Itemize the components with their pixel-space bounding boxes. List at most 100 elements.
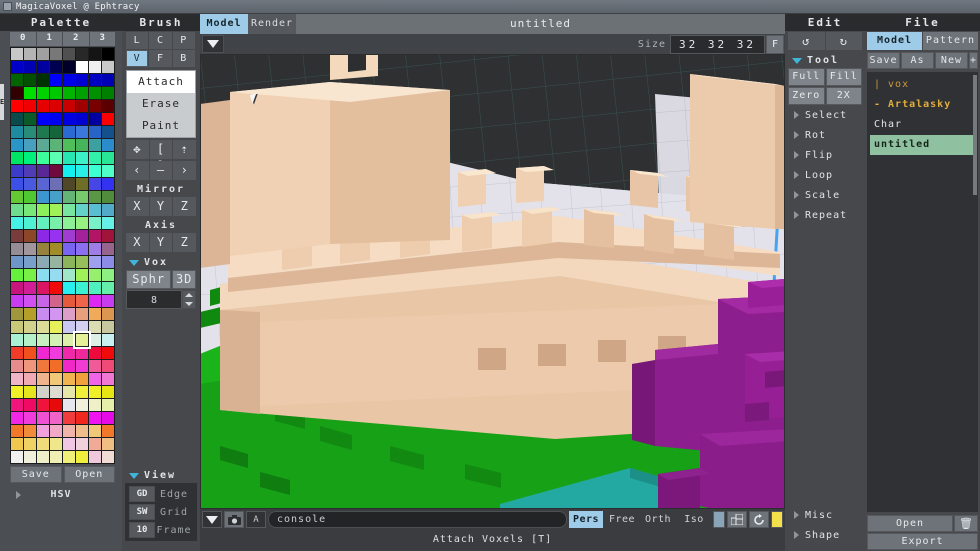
palette-swatch[interactable]: [63, 243, 75, 255]
palette-swatch[interactable]: [76, 256, 88, 268]
edit-section-rot[interactable]: Rot: [785, 125, 865, 145]
edit-section-flip[interactable]: Flip: [785, 145, 865, 165]
palette-swatch[interactable]: [102, 321, 114, 333]
palette-swatch[interactable]: [24, 139, 36, 151]
palette-swatch[interactable]: [50, 256, 62, 268]
palette-swatch[interactable]: [24, 321, 36, 333]
palette-swatch[interactable]: [24, 295, 36, 307]
file-tab-pattern[interactable]: Pattern: [923, 32, 978, 50]
edit-section-repeat[interactable]: Repeat: [785, 205, 865, 225]
palette-swatch[interactable]: [37, 321, 49, 333]
palette-swatch[interactable]: [63, 386, 75, 398]
console-input[interactable]: console: [268, 511, 567, 528]
palette-swatch[interactable]: [37, 412, 49, 424]
palette-swatch[interactable]: [11, 178, 23, 190]
brush-mode-box[interactable]: B: [172, 50, 195, 67]
chevron-right-icon[interactable]: ›: [173, 161, 197, 180]
menu-item-attach[interactable]: Attach: [127, 71, 195, 93]
palette-swatch[interactable]: [89, 282, 101, 294]
palette-swatch[interactable]: [89, 217, 101, 229]
palette-swatch[interactable]: [63, 360, 75, 372]
frame-button[interactable]: F: [766, 34, 784, 54]
tool-section-header[interactable]: Tool: [792, 55, 865, 66]
tool-full-button[interactable]: Full: [788, 68, 825, 86]
palette-swatch[interactable]: [24, 217, 36, 229]
hsv-section[interactable]: HSV: [0, 486, 122, 502]
palette-swatch[interactable]: [50, 334, 62, 346]
file-saveas-button[interactable]: As: [900, 52, 934, 69]
file-tree-item-vox[interactable]: | vox: [867, 75, 978, 95]
palette-swatch[interactable]: [76, 360, 88, 372]
palette-swatch[interactable]: [76, 87, 88, 99]
palette-swatch[interactable]: [63, 178, 75, 190]
palette-swatch[interactable]: [11, 295, 23, 307]
brush-mode-pattern[interactable]: P: [172, 32, 195, 49]
palette-swatch[interactable]: [50, 347, 62, 359]
palette-swatch[interactable]: [89, 191, 101, 203]
file-tree-scrollbar[interactable]: [973, 75, 977, 195]
palette-swatch[interactable]: [50, 386, 62, 398]
brush-mode-center[interactable]: C: [149, 32, 172, 49]
palette-swatch[interactable]: [24, 230, 36, 242]
palette-swatch[interactable]: [102, 295, 114, 307]
palette-swatch[interactable]: [102, 399, 114, 411]
palette-swatch[interactable]: [89, 165, 101, 177]
palette-swatch[interactable]: [63, 321, 75, 333]
brush-action-menu[interactable]: Attach Erase Paint: [126, 70, 196, 138]
viewport-menu-button[interactable]: [202, 35, 224, 53]
palette-swatch[interactable]: [63, 113, 75, 125]
palette-swatch[interactable]: [24, 100, 36, 112]
brush-mode-voxel[interactable]: V: [126, 50, 149, 67]
palette-swatch[interactable]: [63, 74, 75, 86]
palette-swatch[interactable]: [37, 373, 49, 385]
palette-swatch[interactable]: [63, 425, 75, 437]
menu-item-paint[interactable]: Paint: [127, 115, 195, 137]
palette-swatch[interactable]: [89, 152, 101, 164]
palette-swatch[interactable]: [50, 48, 62, 60]
palette-swatch[interactable]: [11, 334, 23, 346]
palette-swatch[interactable]: [24, 360, 36, 372]
palette-swatch[interactable]: [63, 334, 75, 346]
palette-swatch[interactable]: [24, 438, 36, 450]
trash-icon[interactable]: 🗑: [954, 515, 978, 532]
palette-swatch[interactable]: [37, 269, 49, 281]
palette-swatch[interactable]: [102, 282, 114, 294]
palette-swatch[interactable]: [102, 191, 114, 203]
edit-section-select[interactable]: Select: [785, 105, 865, 125]
file-tree-item-char[interactable]: Char: [867, 115, 978, 135]
palette-swatch[interactable]: [63, 191, 75, 203]
palette-swatch[interactable]: [76, 139, 88, 151]
vox-size-value[interactable]: 8: [126, 290, 182, 309]
palette-swatch[interactable]: [102, 230, 114, 242]
palette-swatch[interactable]: [102, 139, 114, 151]
palette-swatch[interactable]: [89, 178, 101, 190]
palette-swatch[interactable]: [102, 100, 114, 112]
palette-swatch[interactable]: [102, 61, 114, 73]
palette-swatch[interactable]: [89, 399, 101, 411]
palette-swatch[interactable]: [24, 178, 36, 190]
bg-swatch-icon[interactable]: [713, 511, 725, 528]
palette-swatch[interactable]: [50, 126, 62, 138]
file-export-button[interactable]: Export: [867, 533, 978, 550]
palette-swatch[interactable]: [76, 191, 88, 203]
palette-swatch[interactable]: [63, 282, 75, 294]
palette-swatch[interactable]: [11, 256, 23, 268]
palette-swatch[interactable]: [63, 295, 75, 307]
palette-swatch[interactable]: [50, 451, 62, 463]
palette-swatch[interactable]: [89, 243, 101, 255]
palette-swatch[interactable]: [11, 191, 23, 203]
palette-swatch[interactable]: [50, 139, 62, 151]
color-swatch-icon[interactable]: [771, 511, 783, 528]
palette-swatch[interactable]: [50, 152, 62, 164]
palette-swatch[interactable]: [11, 230, 23, 242]
palette-swatch[interactable]: [24, 191, 36, 203]
palette-swatch[interactable]: [37, 308, 49, 320]
palette-swatch[interactable]: [37, 451, 49, 463]
palette-swatch[interactable]: [89, 295, 101, 307]
palette-swatch[interactable]: [102, 48, 114, 60]
palette-swatch[interactable]: [76, 295, 88, 307]
palette-swatch[interactable]: [24, 308, 36, 320]
file-tree[interactable]: | vox - Artalasky Char untitled: [867, 72, 978, 512]
palette-swatch[interactable]: [50, 308, 62, 320]
palette-swatch[interactable]: [11, 451, 23, 463]
